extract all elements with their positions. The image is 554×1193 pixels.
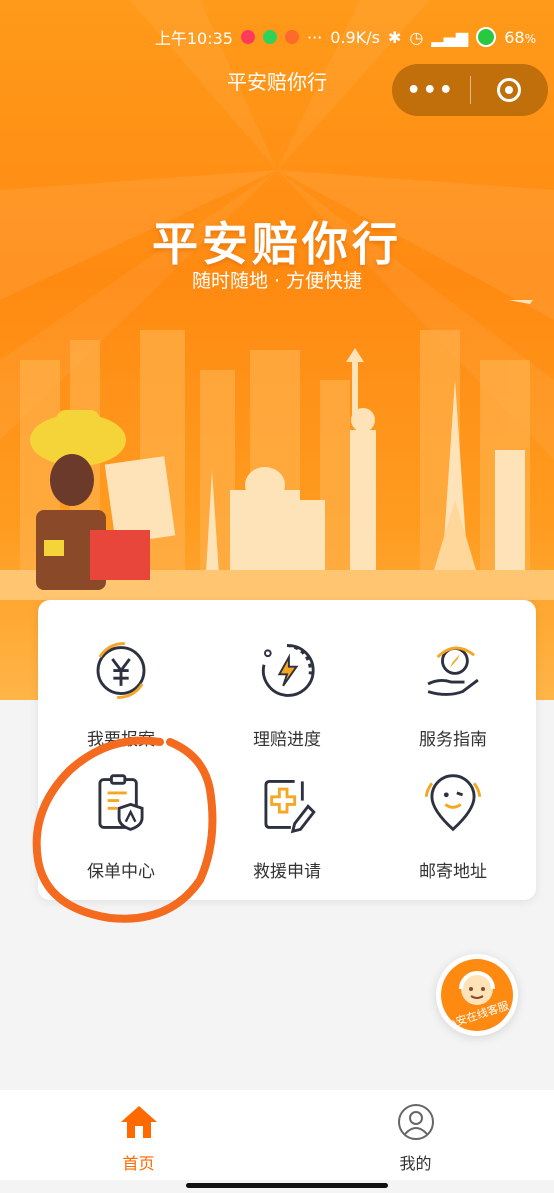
hero-banner: 上午10:35 ··· 0.9K/s ✱ ◷ ▂▄▆ 68% 平安赔你行 •••…: [0, 0, 554, 700]
status-more: ···: [307, 27, 323, 47]
alarm-icon: ◷: [409, 27, 424, 47]
online-customer-service-button[interactable]: 小安在线客服: [436, 954, 518, 1036]
menu-item-service-guide[interactable]: 服务指南: [370, 620, 536, 750]
tab-mine-label: 我的: [399, 1154, 432, 1173]
menu-item-rescue[interactable]: 救援申请: [204, 752, 370, 882]
menu-label-service-guide: 服务指南: [419, 730, 487, 750]
city-skyline-illustration: [0, 300, 554, 600]
hero-title: 平安赔你行: [152, 217, 402, 271]
customer-service-avatar-icon: 小安在线客服: [441, 959, 513, 1031]
status-bar: 上午10:35 ··· 0.9K/s ✱ ◷ ▂▄▆ 68%: [0, 22, 554, 52]
close-circle-icon: [497, 78, 522, 102]
bluetooth-icon: ✱: [387, 27, 402, 47]
menu-label-report: 我要报案: [87, 730, 155, 750]
policy-shield-icon: [98, 774, 144, 831]
more-menu-button[interactable]: •••: [392, 78, 470, 103]
home-icon: [120, 1106, 157, 1138]
tab-mine[interactable]: 我的: [277, 1090, 554, 1180]
app-notification-icon-green: [263, 30, 277, 44]
close-miniprogram-button[interactable]: [471, 78, 549, 102]
menu-item-mailing-address[interactable]: 邮寄地址: [370, 752, 536, 882]
battery-level: 68%: [504, 27, 536, 47]
bottom-tab-bar: 首页 我的: [0, 1090, 554, 1180]
location-smile-icon: [424, 774, 482, 832]
menu-label-rescue: 救援申请: [253, 862, 321, 882]
menu-item-claim-progress[interactable]: 理赔进度: [204, 620, 370, 750]
menu-label-mailing-address: 邮寄地址: [419, 862, 487, 882]
hero-subtitle: 随时随地 · 方便快捷: [191, 270, 363, 292]
miniprogram-capsule: •••: [392, 64, 548, 116]
app-notification-icon-orange: [285, 30, 299, 44]
tab-home-label: 首页: [122, 1154, 155, 1173]
menu-label-claim-progress: 理赔进度: [253, 730, 321, 750]
app-notification-icon-red: [241, 30, 255, 44]
service-menu-card: 我要报案 理赔进度 服务指南 保单中心 救援申请 邮寄地址: [38, 600, 536, 900]
menu-label-policy-center: 保单中心: [87, 862, 155, 882]
status-network-speed: 0.9K/s: [330, 27, 380, 47]
rescue-cross-icon: [264, 779, 316, 834]
user-icon: [397, 1104, 434, 1140]
menu-item-report[interactable]: 我要报案: [38, 620, 204, 750]
hand-compass-icon: [427, 646, 479, 696]
tab-home[interactable]: 首页: [0, 1090, 277, 1180]
status-time: 上午10:35: [154, 29, 233, 48]
lightning-progress-icon: [261, 644, 315, 697]
yuan-report-icon: [96, 642, 146, 699]
signal-icon: ▂▄▆: [431, 27, 469, 47]
menu-item-policy-center[interactable]: 保单中心: [38, 752, 204, 882]
battery-icon: [476, 27, 497, 47]
home-indicator: [186, 1183, 388, 1188]
